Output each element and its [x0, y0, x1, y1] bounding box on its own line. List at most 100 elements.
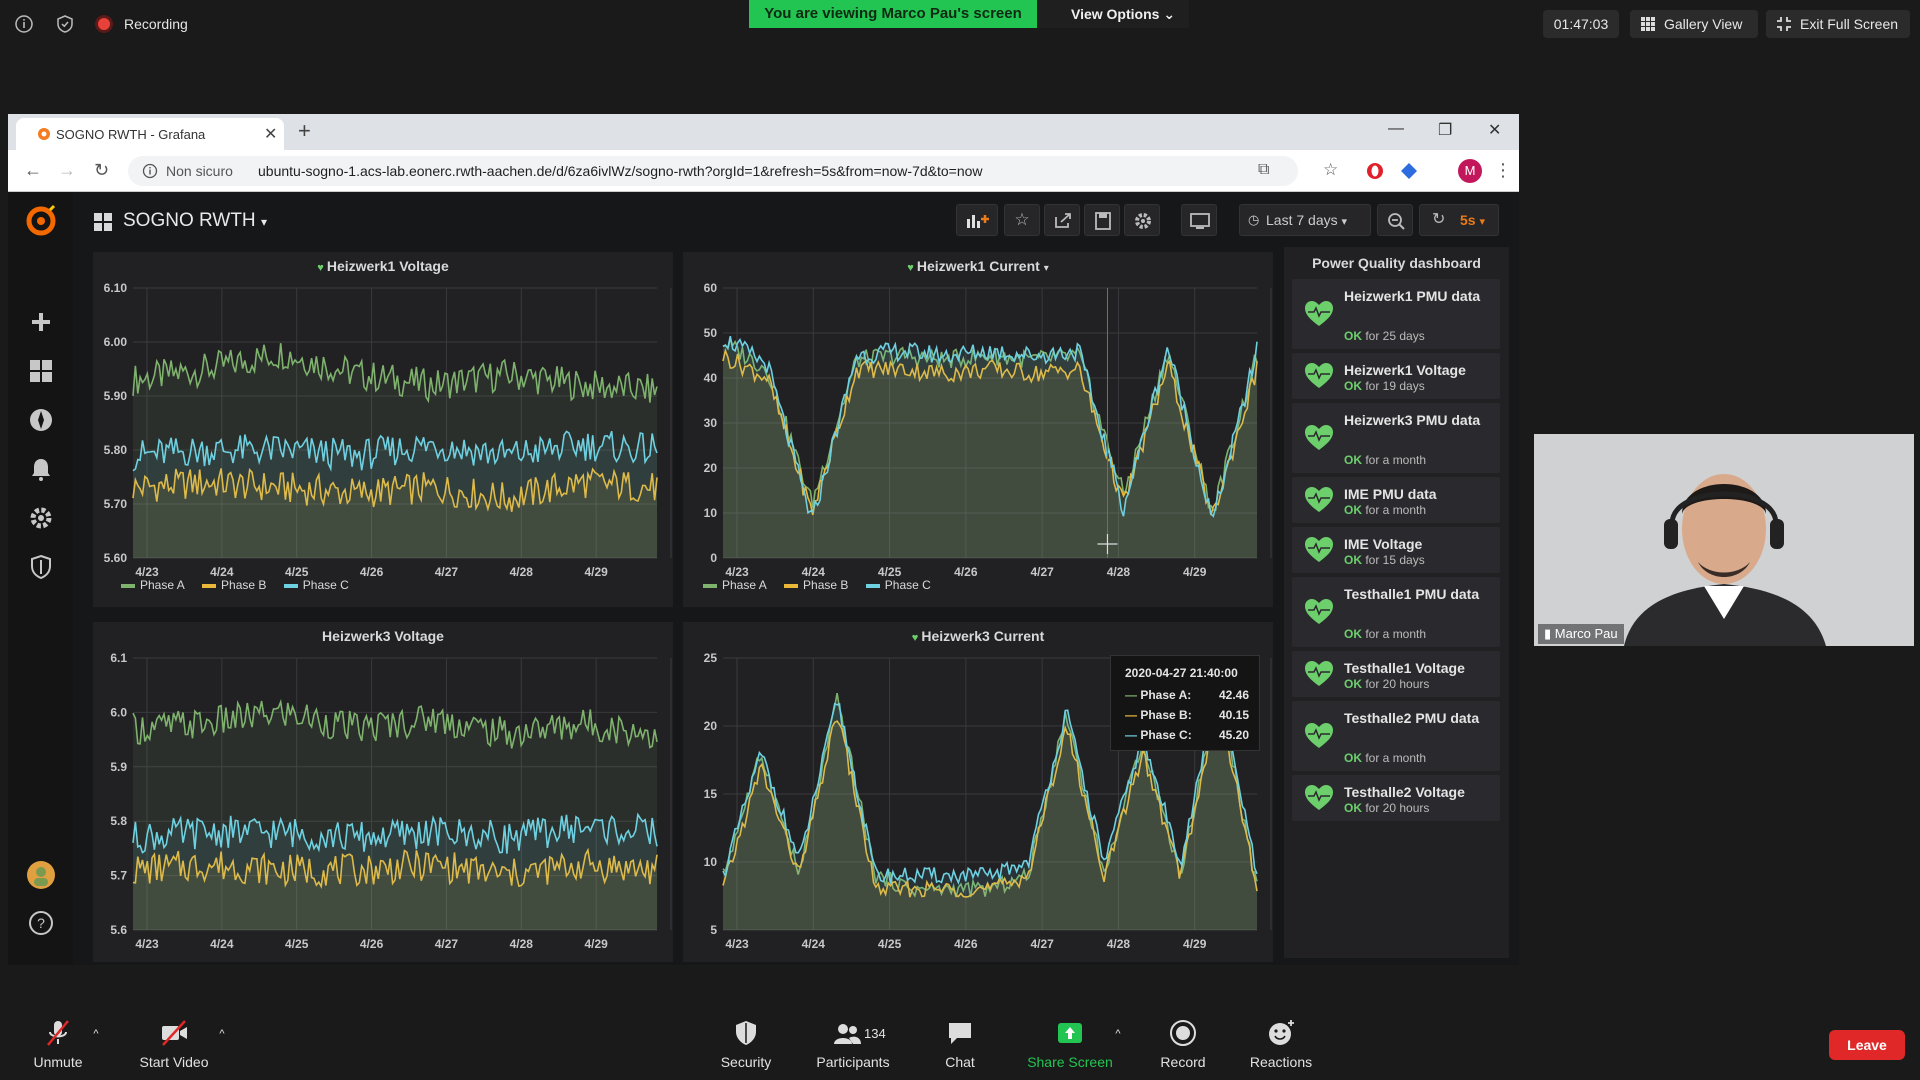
participants-button[interactable]: 134 Participants: [808, 1018, 898, 1070]
gear-icon[interactable]: [28, 505, 54, 531]
explore-compass-icon[interactable]: [28, 407, 54, 433]
alert-list-item[interactable]: Testhalle2 PMU data OK for a month: [1292, 701, 1500, 771]
reload-icon[interactable]: ↻: [94, 160, 109, 181]
star-icon[interactable]: ☆: [1323, 160, 1338, 180]
alert-list-item[interactable]: Testhalle1 Voltage OK for 20 hours: [1292, 651, 1500, 697]
security-button[interactable]: Security: [716, 1018, 776, 1070]
mic-muted-icon: [47, 1020, 69, 1046]
translate-icon[interactable]: ⧉: [1258, 161, 1269, 179]
opera-extension-icon[interactable]: [1366, 162, 1384, 180]
legend-item-phase-c[interactable]: Phase C: [283, 578, 349, 592]
save-dashboard-button[interactable]: [1084, 204, 1120, 236]
alert-list-item[interactable]: IME PMU data OK for a month: [1292, 477, 1500, 523]
y-tick-label: 10: [704, 855, 718, 869]
record-label: Record: [1160, 1054, 1206, 1070]
info-icon[interactable]: [142, 163, 158, 179]
exit-full-screen-button[interactable]: Exit Full Screen: [1766, 10, 1910, 38]
participant-count: 134: [864, 1026, 886, 1041]
participant-video[interactable]: ▮ Marco Pau: [1534, 434, 1914, 646]
alert-state: OK: [1344, 677, 1362, 691]
extension-icon[interactable]: [1400, 162, 1418, 180]
legend-item-phase-b[interactable]: Phase B: [784, 578, 848, 592]
y-tick-label: 5: [710, 923, 717, 937]
tv-mode-button[interactable]: [1181, 204, 1217, 236]
url-text[interactable]: ubuntu-sogno-1.acs-lab.eonerc.rwth-aache…: [258, 163, 983, 179]
alert-state: OK: [1344, 503, 1362, 517]
info-icon[interactable]: [14, 14, 34, 34]
plus-icon[interactable]: [28, 309, 54, 335]
share-dashboard-button[interactable]: [1044, 204, 1080, 236]
add-panel-button[interactable]: [956, 204, 998, 236]
url-box[interactable]: Non sicuro ubuntu-sogno-1.acs-lab.eonerc…: [128, 156, 1298, 186]
alert-list-item[interactable]: Heizwerk1 Voltage OK for 19 days: [1292, 353, 1500, 399]
alert-list-item[interactable]: Heizwerk3 PMU data OK for a month: [1292, 403, 1500, 473]
audio-options-caret-icon[interactable]: ^: [88, 1028, 104, 1040]
reactions-label: Reactions: [1249, 1054, 1313, 1070]
panel-power-quality[interactable]: Power Quality dashboard Heizwerk1 PMU da…: [1284, 247, 1509, 958]
view-options-button[interactable]: View Options ⌄: [1037, 0, 1189, 28]
browser-tab[interactable]: SOGNO RWTH - Grafana ✕: [16, 118, 284, 150]
reactions-button[interactable]: Reactions: [1246, 1018, 1316, 1070]
legend-label: Phase C: [884, 578, 931, 592]
alert-list-item[interactable]: Heizwerk1 PMU data OK for 25 days: [1292, 279, 1500, 349]
unmute-button[interactable]: Unmute: [28, 1018, 88, 1070]
panel-heizwerk1-voltage[interactable]: ♥ Heizwerk1 Voltage 5.60 5.70 5.80 5.90 6.00…: [93, 252, 673, 607]
shield-icon[interactable]: [28, 554, 54, 580]
x-tick-label: 4/23: [135, 937, 159, 951]
alert-list-item[interactable]: IME Voltage OK for 15 days: [1292, 527, 1500, 573]
avatar[interactable]: [26, 860, 56, 890]
share-screen-button[interactable]: Share Screen: [1022, 1018, 1118, 1070]
dashboards-icon[interactable]: [28, 358, 54, 384]
time-range-picker[interactable]: ◷ Last 7 days ▾: [1239, 204, 1371, 236]
close-window-icon[interactable]: ✕: [1488, 120, 1501, 140]
legend-item-phase-c[interactable]: Phase C: [865, 578, 931, 592]
alert-duration: for 20 hours: [1365, 801, 1430, 815]
panel-heizwerk1-current[interactable]: ♥ Heizwerk1 Current ▾ 0 10 20 30 40 50 60 4/23 4…: [683, 252, 1273, 607]
new-tab-icon[interactable]: +: [298, 118, 311, 144]
refresh-interval-label: 5s: [1460, 212, 1476, 228]
start-video-button[interactable]: Start Video: [132, 1018, 216, 1070]
zoom-out-icon: [1388, 213, 1405, 230]
grafana-logo-icon[interactable]: [24, 204, 58, 238]
y-tick-label: 20: [704, 461, 718, 475]
star-icon: ☆: [1014, 210, 1030, 229]
help-icon[interactable]: ?: [28, 910, 54, 936]
alert-list-item[interactable]: Testhalle1 PMU data OK for a month: [1292, 577, 1500, 647]
share-options-caret-icon[interactable]: ^: [1110, 1028, 1126, 1040]
leave-button[interactable]: Leave: [1829, 1030, 1905, 1060]
forward-arrow-icon[interactable]: →: [58, 160, 76, 181]
alerting-bell-icon[interactable]: [28, 456, 54, 482]
gallery-view-button[interactable]: Gallery View: [1630, 10, 1758, 38]
dashboard-title-dropdown[interactable]: SOGNO RWTH ▾: [123, 210, 267, 232]
record-icon: [1170, 1020, 1196, 1046]
zoom-out-button[interactable]: [1377, 204, 1413, 236]
shield-check-icon[interactable]: [55, 14, 75, 34]
legend-item-phase-a[interactable]: Phase A: [703, 578, 767, 592]
alert-duration: for a month: [1365, 627, 1427, 641]
dashboard-settings-button[interactable]: [1124, 204, 1160, 236]
kebab-menu-icon[interactable]: ⋮: [1494, 160, 1512, 181]
refresh-picker[interactable]: ↻ 5s ▾: [1419, 204, 1499, 236]
add-panel-icon: [967, 215, 989, 228]
alert-duration: for 20 hours: [1365, 677, 1430, 691]
alert-state: OK: [1344, 329, 1362, 343]
restore-icon[interactable]: ❐: [1438, 120, 1452, 140]
panel-heizwerk3-voltage[interactable]: Heizwerk3 Voltage 5.6 5.7 5.8 5.9 6.0 6.1 4/23…: [93, 622, 673, 962]
legend-item-phase-b[interactable]: Phase B: [202, 578, 266, 592]
video-options-caret-icon[interactable]: ^: [214, 1028, 230, 1040]
x-tick-label: 4/28: [510, 565, 534, 579]
alert-status: OK for 15 days: [1344, 553, 1425, 567]
y-tick-label: 6.10: [104, 281, 128, 295]
back-arrow-icon[interactable]: ←: [24, 160, 42, 181]
record-button[interactable]: Record: [1156, 1018, 1210, 1070]
alert-list-item[interactable]: Testhalle2 Voltage OK for 20 hours: [1292, 775, 1500, 821]
minimize-icon[interactable]: —: [1388, 120, 1404, 138]
alert-status: OK for 20 hours: [1344, 677, 1429, 691]
star-dashboard-button[interactable]: ☆: [1004, 204, 1040, 236]
x-tick-label: 4/29: [1183, 937, 1207, 951]
legend-item-phase-a[interactable]: Phase A: [121, 578, 185, 592]
profile-avatar[interactable]: M: [1458, 159, 1482, 183]
chat-button[interactable]: Chat: [940, 1018, 980, 1070]
grafana-side-menu: ?: [8, 192, 73, 965]
close-tab-icon[interactable]: ✕: [264, 124, 277, 144]
